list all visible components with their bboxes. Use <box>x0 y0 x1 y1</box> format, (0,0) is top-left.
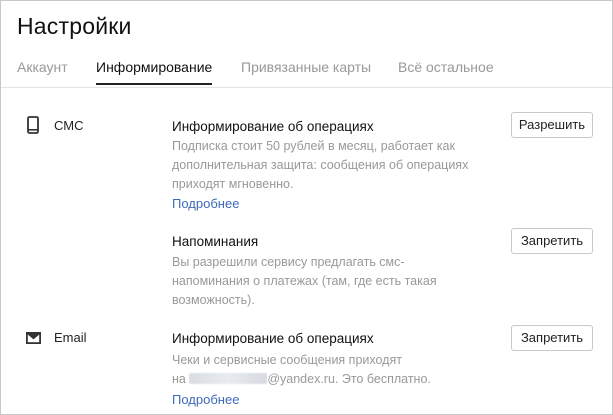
tab-notifications[interactable]: Информирование <box>96 59 213 85</box>
email-operations-title: Информирование об операциях <box>172 331 374 346</box>
sms-reminders-title: Напоминания <box>172 234 259 249</box>
email-operations-description-line1: Чеки и сервисные сообщения приходят <box>172 353 402 367</box>
email-section-label: Email <box>54 330 87 345</box>
sms-operations-title: Информирование об операциях <box>172 119 374 134</box>
sms-operations-allow-button[interactable]: Разрешить <box>511 112 593 138</box>
tab-divider <box>1 87 612 88</box>
sms-operations-description: Подписка стоит 50 рублей в месяц, работа… <box>172 139 469 191</box>
email-prefix-text: на <box>172 372 190 386</box>
sms-operations-more-link[interactable]: Подробнее <box>172 196 239 211</box>
sms-reminders-description: Вы разрешили сервису предлагать смс-напо… <box>172 255 437 307</box>
settings-window: Настройки Аккаунт Информирование Привяза… <box>0 0 613 415</box>
tab-other[interactable]: Всё остальное <box>398 59 494 75</box>
email-operations-description-line2: на @yandex.ru. Это бесплатно. <box>172 370 492 389</box>
email-operations-deny-button[interactable]: Запретить <box>511 325 593 351</box>
envelope-icon <box>26 332 41 344</box>
email-operations-more-link[interactable]: Подробнее <box>172 392 239 407</box>
sms-reminders-deny-button[interactable]: Запретить <box>511 228 593 254</box>
email-suffix-text: @yandex.ru. Это бесплатно. <box>267 372 431 386</box>
masked-email <box>189 373 268 384</box>
tab-linked-cards[interactable]: Привязанные карты <box>241 59 371 75</box>
phone-icon <box>27 116 39 134</box>
page-title: Настройки <box>17 13 132 39</box>
tab-account[interactable]: Аккаунт <box>17 59 68 75</box>
sms-section-label: СМС <box>54 118 84 133</box>
